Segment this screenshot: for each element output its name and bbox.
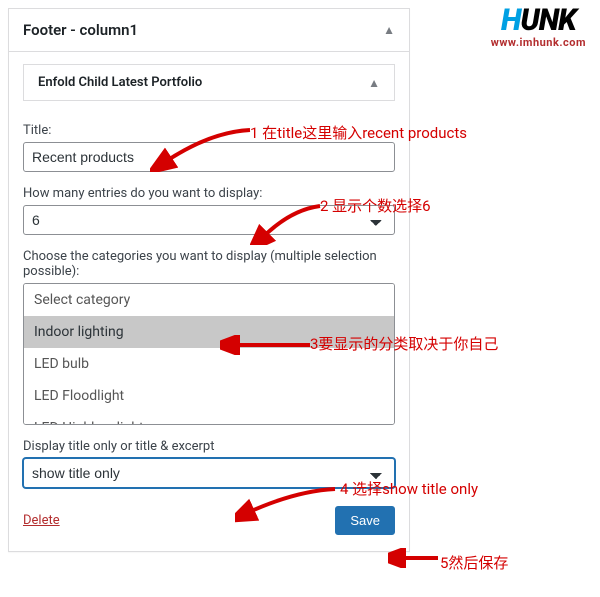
display-select[interactable]: show title only xyxy=(23,458,395,488)
title-label: Title: xyxy=(23,123,395,138)
collapse-icon[interactable]: ▲ xyxy=(368,76,380,90)
categories-label: Choose the categories you want to displa… xyxy=(23,249,395,279)
categories-multiselect[interactable]: Select category Indoor lighting LED bulb… xyxy=(23,283,395,425)
logo-url: www.imhunk.com xyxy=(491,36,586,49)
logo: HUNK www.imhunk.com xyxy=(491,6,586,49)
entries-select[interactable]: 6 xyxy=(23,205,395,235)
widget-footer-column1: Footer - column1 ▲ Enfold Child Latest P… xyxy=(8,8,410,552)
title-input[interactable] xyxy=(23,142,395,172)
delete-link[interactable]: Delete xyxy=(23,513,60,528)
category-option[interactable]: Indoor lighting xyxy=(24,316,394,348)
category-option[interactable]: LED Floodlight xyxy=(24,380,394,412)
widget-body: Title: How many entries do you want to d… xyxy=(9,101,409,551)
widget-subheader[interactable]: Enfold Child Latest Portfolio ▲ xyxy=(23,64,395,101)
widget-header-title: Footer - column1 xyxy=(23,21,138,39)
category-option[interactable]: Select category xyxy=(24,284,394,316)
category-option[interactable]: LED Highbay light xyxy=(24,412,394,425)
annotation-5: 5然后保存 xyxy=(440,552,508,573)
logo-text: HUNK xyxy=(491,6,586,36)
display-label: Display title only or title & excerpt xyxy=(23,439,395,454)
entries-label: How many entries do you want to display: xyxy=(23,186,395,201)
widget-header[interactable]: Footer - column1 ▲ xyxy=(9,9,409,52)
save-button[interactable]: Save xyxy=(335,506,395,535)
collapse-icon[interactable]: ▲ xyxy=(383,23,395,37)
widget-actions: Delete Save xyxy=(23,506,395,535)
category-option[interactable]: LED bulb xyxy=(24,348,394,380)
widget-subheader-title: Enfold Child Latest Portfolio xyxy=(38,75,202,90)
